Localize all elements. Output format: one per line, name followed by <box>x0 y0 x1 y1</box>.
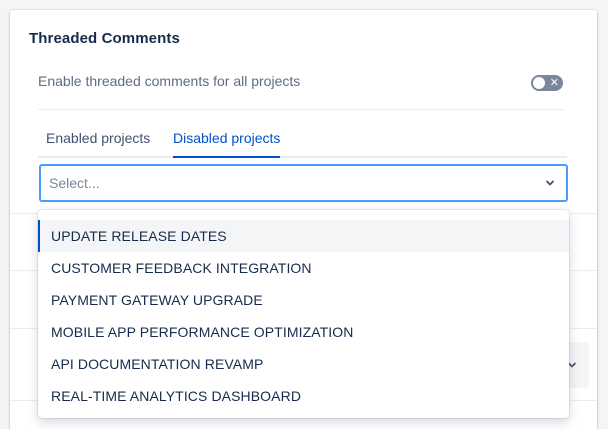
dropdown-option[interactable]: API DOCUMENTATION REVAMP <box>38 348 569 380</box>
divider <box>570 400 597 401</box>
project-dropdown-menu: UPDATE RELEASE DATES CUSTOMER FEEDBACK I… <box>38 210 569 418</box>
dropdown-option[interactable]: PAYMENT GATEWAY UPGRADE <box>38 284 569 316</box>
dropdown-option[interactable]: CUSTOMER FEEDBACK INTEGRATION <box>38 252 569 284</box>
chevron-down-icon <box>546 180 554 186</box>
tab-disabled-projects[interactable]: Disabled projects <box>173 130 281 158</box>
toggle-knob <box>533 77 545 89</box>
select-placeholder: Select... <box>49 175 100 191</box>
close-icon: ✕ <box>549 77 559 89</box>
threaded-comments-setting-row: Enable threaded comments for all project… <box>38 72 565 110</box>
project-select[interactable]: Select... <box>39 164 568 202</box>
dropdown-option[interactable]: REAL-TIME ANALYTICS DASHBOARD <box>38 380 569 412</box>
divider <box>10 270 38 271</box>
page: Threaded Comments Enable threaded commen… <box>0 0 608 429</box>
threaded-comments-toggle[interactable]: ✕ <box>531 75 563 91</box>
divider <box>570 270 597 271</box>
dropdown-option[interactable]: UPDATE RELEASE DATES <box>38 220 569 252</box>
divider <box>570 213 597 214</box>
divider <box>570 328 597 329</box>
tab-enabled-projects[interactable]: Enabled projects <box>46 130 150 156</box>
project-tabs: Enabled projects Disabled projects <box>38 130 567 158</box>
divider <box>10 328 38 329</box>
divider <box>10 400 38 401</box>
dropdown-option[interactable]: MOBILE APP PERFORMANCE OPTIMIZATION <box>38 316 569 348</box>
divider <box>10 213 38 214</box>
section-title: Threaded Comments <box>29 30 180 47</box>
setting-label: Enable threaded comments for all project… <box>38 73 301 89</box>
